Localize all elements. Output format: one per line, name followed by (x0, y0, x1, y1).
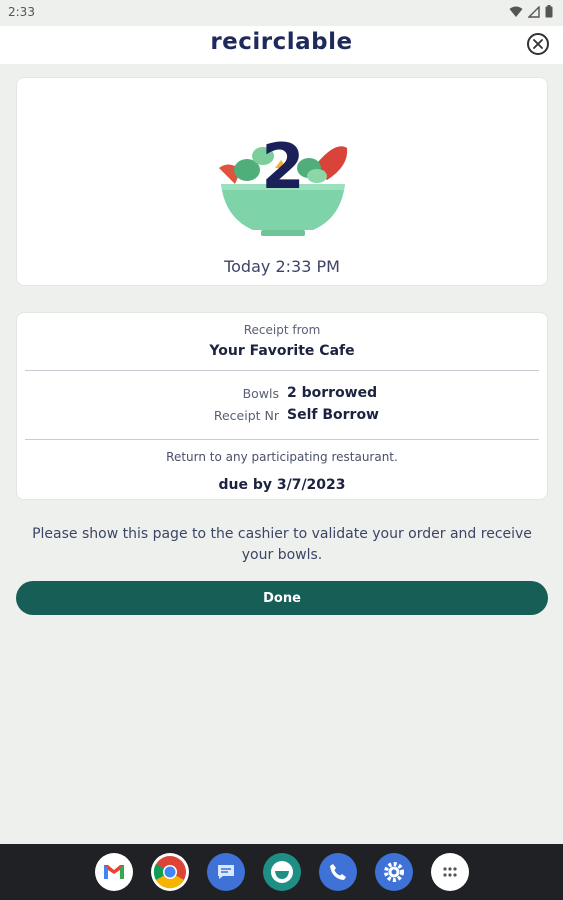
instruction-text: Please show this page to the cashier to … (32, 526, 532, 563)
settings-icon[interactable] (375, 853, 413, 891)
borrow-timestamp: Today 2:33 PM (224, 257, 340, 276)
app-drawer-icon[interactable] (431, 853, 469, 891)
receipt-nr-value: Self Borrow (287, 407, 379, 423)
receipt-card: Receipt from Your Favorite Cafe Bowls 2 … (16, 312, 548, 500)
app-dock (95, 853, 469, 891)
app-logo: recirclable (210, 29, 353, 55)
messages-icon[interactable] (207, 853, 245, 891)
divider (25, 439, 539, 440)
gmail-icon[interactable] (95, 853, 133, 891)
return-note: Return to any participating restaurant. (166, 450, 398, 464)
receipt-from-label: Receipt from (243, 323, 321, 337)
borrow-summary-card: 2 Today 2:33 PM (16, 77, 548, 286)
battery-icon (545, 5, 553, 18)
restaurant-name: Your Favorite Cafe (209, 343, 355, 359)
bowls-label: Bowls (242, 386, 279, 401)
close-icon (533, 39, 543, 49)
bowl-count: 2 (261, 130, 305, 203)
bowl-illustration: 2 (217, 130, 349, 240)
navigation-dock (0, 844, 563, 900)
due-date: due by 3/7/2023 (218, 477, 346, 493)
recirclable-app-icon[interactable] (263, 853, 301, 891)
wifi-icon (509, 6, 523, 17)
receipt-nr-label: Receipt Nr (213, 408, 279, 423)
chrome-icon[interactable] (151, 853, 189, 891)
status-time: 2:33 (8, 5, 35, 19)
done-button[interactable]: Done (16, 581, 548, 615)
status-bar: 2:33 (0, 0, 563, 26)
status-icons (509, 5, 553, 18)
close-button[interactable] (527, 33, 549, 55)
bowls-value: 2 borrowed (287, 385, 378, 401)
phone-icon[interactable] (319, 853, 357, 891)
cell-signal-icon (528, 5, 540, 18)
divider (25, 370, 539, 371)
app-header: recirclable (0, 26, 563, 64)
